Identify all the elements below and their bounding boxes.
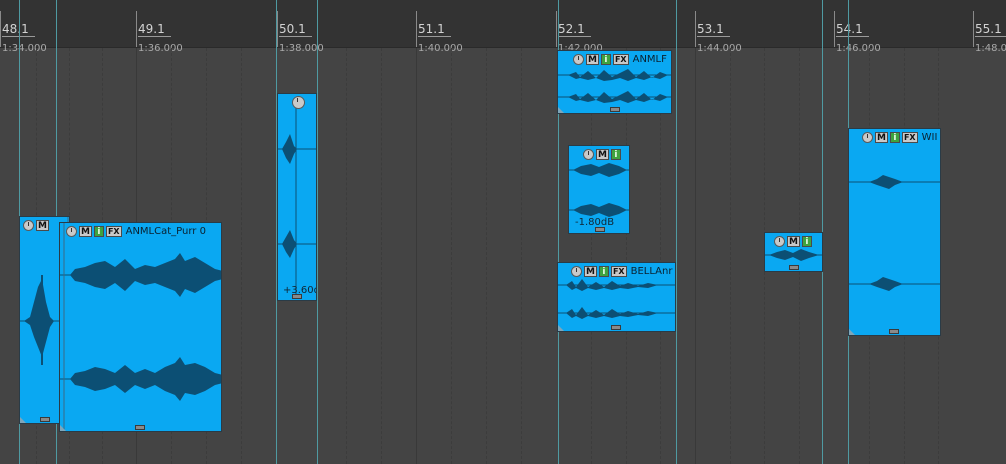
mute-button[interactable]: M <box>584 265 597 277</box>
media-item[interactable]: M i FX ANMLCat_Purr 0 <box>59 222 222 432</box>
info-button[interactable]: i <box>598 265 609 277</box>
take-name: ANMLF <box>632 53 667 65</box>
fade-handle[interactable] <box>558 107 564 113</box>
bar-number: 53.1 <box>697 22 730 37</box>
mute-button[interactable]: M <box>596 148 609 160</box>
grid-line <box>241 48 242 464</box>
item-handle-icon[interactable] <box>611 325 621 330</box>
item-header: M i FX ANMLF <box>573 53 667 65</box>
volume-knob-icon[interactable] <box>583 148 594 160</box>
item-handle-icon[interactable] <box>40 417 50 422</box>
mute-button[interactable]: M <box>586 53 599 65</box>
item-handle-icon[interactable] <box>789 265 799 270</box>
waveform <box>60 223 221 431</box>
grid-line <box>381 48 382 464</box>
volume-knob-icon[interactable] <box>774 235 785 247</box>
volume-knob-icon[interactable] <box>292 95 305 109</box>
fade-handle[interactable] <box>849 329 855 335</box>
fx-button[interactable]: FX <box>612 53 629 65</box>
item-handle-icon[interactable] <box>610 107 620 112</box>
fx-button[interactable]: FX <box>610 265 627 277</box>
bar-number: 55.1 <box>975 22 1006 37</box>
mute-button[interactable]: M <box>79 225 92 237</box>
bar-number: 51.1 <box>418 22 451 37</box>
volume-knob-icon[interactable] <box>573 53 584 65</box>
mute-button[interactable]: M <box>875 131 888 143</box>
ruler-marker: 49.1 1:36.000 <box>136 11 183 54</box>
item-header: M i <box>774 235 812 247</box>
item-handle-icon[interactable] <box>889 329 899 334</box>
ruler-marker: 51.1 1:40.000 <box>416 11 463 54</box>
info-button[interactable]: i <box>600 53 611 65</box>
marker-line <box>317 0 318 464</box>
grid-line <box>451 48 452 464</box>
item-handle-icon[interactable] <box>135 425 145 430</box>
bar-number: 49.1 <box>138 22 171 37</box>
grid-line <box>416 48 417 464</box>
volume-knob-icon[interactable] <box>66 225 77 237</box>
item-header: M i FX ANMLCat_Purr 0 <box>66 225 206 237</box>
item-header: M i FX BELLAnr <box>571 265 672 277</box>
media-item[interactable]: +3.60d <box>277 93 317 301</box>
volume-knob-icon[interactable] <box>571 265 582 277</box>
fade-handle[interactable] <box>558 325 564 331</box>
grid-line <box>521 48 522 464</box>
item-header: M <box>23 219 49 231</box>
grid-line <box>346 48 347 464</box>
media-item[interactable]: M i <box>764 232 823 272</box>
ruler-marker: 55.1 1:48.0 <box>973 11 1006 54</box>
bar-number: 50.1 <box>279 22 312 37</box>
info-button[interactable]: i <box>610 148 621 160</box>
item-handle-icon[interactable] <box>595 227 605 232</box>
item-header: M i FX WII <box>862 131 937 143</box>
info-button[interactable]: i <box>889 131 900 143</box>
marker-line <box>676 0 677 464</box>
ruler-marker: 54.1 1:46.000 <box>834 11 881 54</box>
grid-line <box>486 48 487 464</box>
take-name: ANMLCat_Purr 0 <box>125 225 206 237</box>
media-item[interactable]: M i FX WII <box>848 128 941 336</box>
waveform <box>278 106 316 294</box>
item-header <box>292 95 305 109</box>
media-item[interactable]: M i FX BELLAnr <box>557 262 676 332</box>
item-handle-icon[interactable] <box>292 294 302 299</box>
take-name: BELLAnr <box>630 265 673 277</box>
fade-handle[interactable] <box>60 425 66 431</box>
info-button[interactable]: i <box>801 235 812 247</box>
timeline-ruler[interactable]: 48.1 1:34.000 49.1 1:36.000 50.1 1:38.00… <box>0 0 1006 54</box>
info-button[interactable]: i <box>93 225 104 237</box>
mute-button[interactable]: M <box>36 219 49 231</box>
bar-number: 54.1 <box>836 22 869 37</box>
media-item[interactable]: M i -1.80dB <box>568 145 630 234</box>
fade-handle[interactable] <box>20 417 26 423</box>
bar-number: 52.1 <box>558 22 591 37</box>
media-item[interactable]: M i FX ANMLF <box>557 50 672 114</box>
grid-line <box>695 48 696 464</box>
item-header: M i <box>583 148 621 160</box>
fx-button[interactable]: FX <box>901 131 918 143</box>
volume-knob-icon[interactable] <box>23 219 34 231</box>
ruler-marker: 50.1 1:38.000 <box>277 11 324 54</box>
waveform <box>849 175 940 291</box>
take-name: WII <box>921 131 938 143</box>
ruler-marker: 52.1 1:42.000 <box>556 11 603 54</box>
mute-button[interactable]: M <box>787 235 800 247</box>
grid-line <box>730 48 731 464</box>
fx-button[interactable]: FX <box>105 225 122 237</box>
ruler-marker: 53.1 1:44.000 <box>695 11 742 54</box>
volume-knob-icon[interactable] <box>862 131 873 143</box>
ruler-marker: 48.1 1:34.000 <box>0 11 47 54</box>
